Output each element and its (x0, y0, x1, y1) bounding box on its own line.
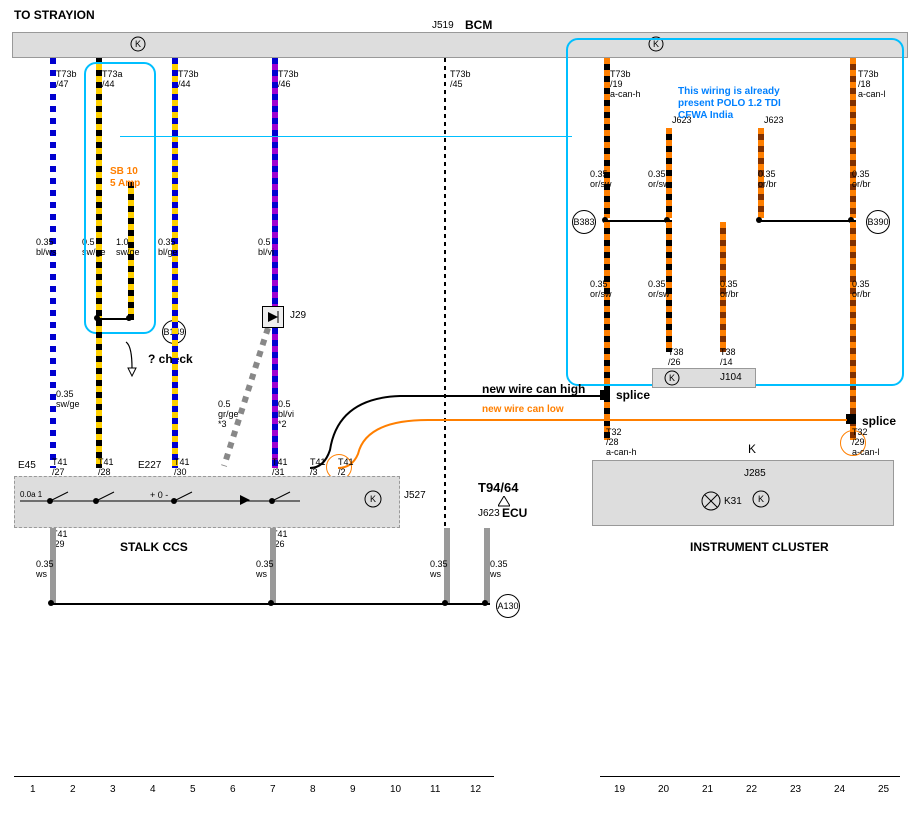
wire-label-bl-ge: 0.35bl/ge (158, 238, 178, 258)
svg-text:+ 0 -: + 0 - (150, 490, 168, 500)
ecu-pin: T94/64 (478, 480, 518, 495)
wl-ws-2: 0.35ws (256, 560, 274, 580)
r22: 22 (746, 784, 757, 795)
stalk-switches: + 0 - (20, 488, 300, 514)
ecu-name: ECU (502, 506, 527, 520)
highlight-already-present (566, 38, 904, 386)
hidden-wire-45 (444, 58, 446, 603)
r9: 9 (350, 784, 356, 795)
j29-label: J29 (290, 310, 306, 321)
pin-t41-30: T41/30 (174, 458, 190, 478)
svg-text:K: K (669, 373, 675, 383)
r12: 12 (470, 784, 481, 795)
e45: E45 (18, 460, 36, 471)
ruler-line-right (600, 776, 900, 777)
k-symbol-j104: K (664, 370, 680, 386)
j104-label: J104 (720, 372, 742, 383)
r5: 5 (190, 784, 196, 795)
pin-t41-2: T41/2 (338, 458, 354, 478)
k-symbol-stalk: K (364, 490, 382, 508)
pin-t73b-47: T73b/47 (56, 70, 77, 90)
check-note: ? check (148, 352, 193, 366)
r25: 25 (878, 784, 889, 795)
wl-ws-4: 0.35ws (490, 560, 508, 580)
bcm-code: J519 (432, 20, 454, 31)
pin-t41-3: T41/3 (310, 458, 326, 478)
r2: 2 (70, 784, 76, 795)
k-big: K (748, 442, 756, 456)
r23: 23 (790, 784, 801, 795)
r10: 10 (390, 784, 401, 795)
stalk-00a: 0.0a 1 (20, 490, 42, 499)
k31: K31 (724, 496, 742, 507)
r21: 21 (702, 784, 713, 795)
splice-label-2: splice (862, 414, 896, 428)
pin-t38-26: T38/26 (668, 348, 684, 368)
stalk-label: STALK CCS (120, 540, 188, 554)
diode-j29 (262, 306, 284, 328)
svg-text:K: K (370, 494, 376, 504)
cluster-label: INSTRUMENT CLUSTER (690, 540, 829, 554)
bcm-label: BCM (465, 18, 492, 32)
a130: A130 (496, 594, 520, 618)
pin-t41-27: T41/27 (52, 458, 68, 478)
wire-label-sw-ge-035: 0.35sw/ge (56, 390, 80, 410)
j285: J285 (744, 468, 766, 479)
to-strayion: TO STRAYION (14, 8, 95, 22)
pin-t73b-45: T73b/45 (450, 70, 471, 90)
r6: 6 (230, 784, 236, 795)
lamp-k31-icon (700, 490, 722, 512)
highlight-fuse (84, 62, 156, 334)
pin-t73b-46: T73b/46 (278, 70, 299, 90)
pin-t73b-44: T73b/44 (178, 70, 199, 90)
wire-bl-vi (272, 58, 278, 306)
wire-label-bl-vi: 0.5bl/vi (258, 238, 274, 258)
r11: 11 (430, 784, 440, 795)
r3: 3 (110, 784, 116, 795)
k-symbol-1: K (130, 36, 146, 52)
wire-bl-vi-2 (272, 328, 278, 468)
pin-t38-14: T38/14 (720, 348, 736, 368)
j527: J527 (404, 490, 426, 501)
r19: 19 (614, 784, 625, 795)
r1: 1 (30, 784, 36, 795)
wire-sw-ge-035 (96, 320, 102, 468)
ruler-line-left (14, 776, 494, 777)
wire-label-bl-vi-2: 0.5bl/vi*2 (278, 400, 294, 430)
arrow-check-icon (118, 340, 148, 380)
splice-label-1: splice (616, 388, 650, 402)
wl-ws-3: 0.35ws (430, 560, 448, 580)
wire-bl-ge (172, 58, 178, 468)
pin-t41-28: T41/28 (98, 458, 114, 478)
ecu-code: J623 (478, 508, 500, 519)
r7: 7 (270, 784, 276, 795)
k-symbol-cluster: K (752, 490, 770, 508)
e227: E227 (138, 460, 161, 471)
r20: 20 (658, 784, 669, 795)
instrument-cluster (592, 460, 894, 526)
wire-label-gr-ge: 0.5gr/ge*3 (218, 400, 239, 430)
wire-label-bl-ws: 0.35bl/ws (36, 238, 57, 258)
r8: 8 (310, 784, 316, 795)
r4: 4 (150, 784, 156, 795)
pin-t32-28: T32/28a-can-h (606, 428, 637, 458)
cyan-hint-line (120, 136, 572, 137)
svg-text:K: K (135, 39, 141, 49)
r24: 24 (834, 784, 845, 795)
pin-t32-29: T32/29a-can-l (852, 428, 880, 458)
wl-ws-1: 0.35ws (36, 560, 54, 580)
svg-text:K: K (758, 494, 764, 504)
pin-t41-31: T41/31 (272, 458, 288, 478)
